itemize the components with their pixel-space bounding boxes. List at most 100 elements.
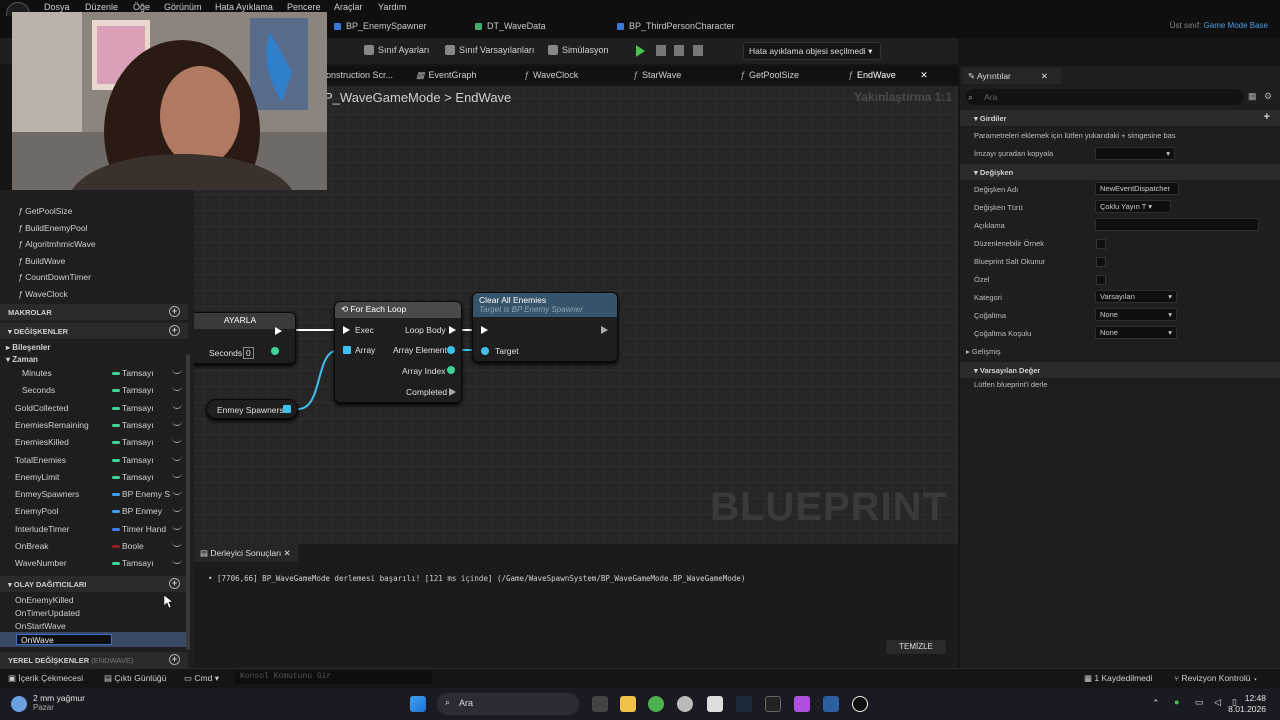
variable-type[interactable]: BP Enmey	[122, 506, 162, 516]
cmd-select[interactable]: ▭ Cmd ▾	[184, 673, 219, 684]
description-input[interactable]	[1095, 218, 1259, 231]
add-macro-icon[interactable]: +	[169, 306, 180, 317]
variable-section[interactable]: ▾ Değişken	[960, 164, 1280, 180]
revision-control-button[interactable]: ⑂ Revizyon Kontrolü ▾	[1174, 673, 1258, 683]
dispatcher-on-start-wave[interactable]: OnStartWave	[15, 621, 66, 631]
task-view-icon[interactable]	[592, 696, 608, 712]
gear-icon[interactable]: ⚙	[1264, 91, 1272, 102]
stop-icon[interactable]	[674, 45, 684, 56]
step-icon[interactable]	[656, 45, 666, 56]
dispatcher-on-enemy-killed[interactable]: OnEnemyKilled	[15, 595, 74, 605]
eject-icon[interactable]	[693, 45, 703, 56]
variable-row[interactable]: WaveNumber Tamsayı	[0, 556, 188, 572]
exec-out-pin[interactable]	[275, 327, 282, 335]
store-icon[interactable]	[707, 696, 723, 712]
category-select[interactable]: Varsayılan ▾	[1095, 290, 1177, 303]
add-input-icon[interactable]: +	[1264, 111, 1270, 123]
variable-row[interactable]: EnemyPool BP Enmey	[0, 504, 188, 520]
console-command-input[interactable]: Konsol Komutunu Gir	[234, 671, 432, 684]
taskbar-search[interactable]: ⌕ Ara	[437, 693, 579, 715]
inputs-section[interactable]: ▾ Girdiler +	[960, 110, 1280, 126]
tab-end-wave[interactable]: ƒ EndWave ✕	[848, 70, 928, 81]
content-drawer-button[interactable]: ▣ İçerik Çekmecesi	[8, 673, 83, 684]
category-time[interactable]: ▾ Zaman	[6, 355, 38, 364]
mic-icon[interactable]: ●	[1174, 697, 1179, 707]
macros-section[interactable]: MAKROLAR +	[0, 304, 188, 320]
network-icon[interactable]: ▭	[1195, 697, 1204, 708]
set-node[interactable]: AYARLA Seconds 0	[194, 312, 296, 364]
replication-select[interactable]: None ▾	[1095, 308, 1177, 321]
close-icon[interactable]: ✕	[1041, 71, 1048, 81]
variable-type[interactable]: Tamsayı	[122, 455, 154, 465]
variable-row[interactable]: EnemiesRemaining Tamsayı	[0, 418, 188, 434]
variable-row[interactable]: EnmeySpawners BP Enemy S	[0, 487, 188, 503]
category-components[interactable]: ▸ Bileşenler	[6, 343, 51, 352]
visibility-eye-icon[interactable]	[172, 473, 182, 478]
variable-row[interactable]: Seconds Tamsayı	[0, 383, 188, 399]
menu-tools[interactable]: Araçlar	[334, 2, 363, 12]
completed-pin[interactable]	[449, 388, 456, 396]
variables-section[interactable]: ▾ DEĞİŞKENLER +	[0, 323, 188, 339]
visibility-eye-icon[interactable]	[172, 369, 182, 374]
doc-tab-third-person[interactable]: BP_ThirdPersonCharacter	[617, 21, 735, 31]
variable-row[interactable]: EnemyLimit Tamsayı	[0, 470, 188, 486]
file-explorer-icon[interactable]	[620, 696, 636, 712]
visibility-eye-icon[interactable]	[172, 490, 182, 496]
function-item-algorithmic-wave[interactable]: ƒ AlgoritmhmicWave	[18, 239, 96, 249]
windows-start-icon[interactable]	[410, 696, 426, 712]
visibility-eye-icon[interactable]	[172, 438, 182, 444]
doc-tab-wave-data[interactable]: DT_WaveData	[475, 21, 546, 31]
event-dispatchers-section[interactable]: ▾ OLAY DAĞITICILARI +	[0, 576, 188, 592]
play-icon[interactable]	[636, 45, 645, 57]
taskbar-clock[interactable]: 12:48 8.01.2026	[1228, 693, 1266, 715]
visibility-eye-icon[interactable]	[172, 525, 182, 530]
variable-row[interactable]: TotalEnemies Tamsayı	[0, 453, 188, 469]
enemy-spawners-getter[interactable]: Enmey Spawners	[206, 399, 298, 419]
function-item-wave-clock[interactable]: ƒ WaveClock	[18, 289, 68, 299]
local-variables-section[interactable]: YEREL DEĞİŞKENLER (ENDWAVE) +	[0, 652, 188, 668]
menu-file[interactable]: Dosya	[44, 2, 70, 12]
visibility-eye-icon[interactable]	[172, 421, 182, 426]
exec-in-pin[interactable]	[343, 326, 350, 334]
github-icon[interactable]	[677, 696, 693, 712]
add-variable-icon[interactable]: +	[169, 325, 180, 336]
menu-window[interactable]: Pencere	[287, 2, 321, 12]
rep-condition-select[interactable]: None ▾	[1095, 326, 1177, 339]
function-item-get-pool-size[interactable]: ƒ GetPoolSize	[18, 206, 72, 216]
menu-edit[interactable]: Düzenle	[85, 2, 118, 12]
class-settings-button[interactable]: Sınıf Ayarları	[364, 45, 429, 55]
app-icon[interactable]	[794, 696, 810, 712]
visibility-eye-icon[interactable]	[172, 386, 182, 392]
simulation-button[interactable]: Simülasyon	[548, 45, 609, 55]
bp-readonly-checkbox[interactable]	[1096, 257, 1106, 267]
tab-star-wave[interactable]: ƒ StarWave	[633, 70, 681, 80]
tab-construction-script[interactable]: onstruction Scr...	[326, 70, 393, 80]
variable-type[interactable]: Tamsayı	[122, 558, 154, 568]
add-local-variable-icon[interactable]: +	[169, 654, 180, 665]
loop-body-pin[interactable]	[449, 326, 456, 334]
function-item-build-enemy-pool[interactable]: ƒ BuildEnemyPool	[18, 223, 87, 233]
variable-type[interactable]: Tamsayı	[122, 472, 154, 482]
variable-row[interactable]: EnemiesKilled Tamsayı	[0, 435, 188, 451]
target-pin[interactable]	[481, 347, 489, 355]
copy-signature-select[interactable]: ▾	[1095, 147, 1175, 160]
close-icon[interactable]: ✕	[920, 70, 928, 80]
doc-tab-enemy-spawner[interactable]: BP_EnemySpawner	[334, 21, 427, 31]
variable-type[interactable]: Boole	[122, 541, 144, 551]
parent-class-link[interactable]: Game Mode Base	[1204, 21, 1268, 30]
tab-get-pool-size[interactable]: ƒ GetPoolSize	[740, 70, 799, 80]
menu-view[interactable]: Görünüm	[164, 2, 202, 12]
variable-row[interactable]: Minutes Tamsayı	[0, 366, 188, 382]
unreal-engine-icon[interactable]	[852, 696, 868, 712]
array-out-pin[interactable]	[283, 405, 291, 413]
dispatcher-name-input[interactable]: OnWave	[16, 634, 112, 645]
steam-alt-icon[interactable]	[823, 696, 839, 712]
variable-row[interactable]: InterludeTimer Timer Hand	[0, 522, 188, 538]
chevron-up-icon[interactable]: ⌃	[1152, 698, 1160, 709]
volume-icon[interactable]: ◁	[1214, 697, 1221, 708]
array-index-pin[interactable]	[447, 366, 455, 374]
debug-object-select[interactable]: Hata ayıklama objesi seçilmedi ▾	[743, 42, 881, 60]
left-panel-scrollbar[interactable]	[186, 354, 190, 650]
weather-widget[interactable]: 2 mm yağmur Pazar	[33, 693, 85, 712]
compiler-results-tab[interactable]: ▤ Derleyici Sonuçları ✕	[194, 544, 298, 562]
